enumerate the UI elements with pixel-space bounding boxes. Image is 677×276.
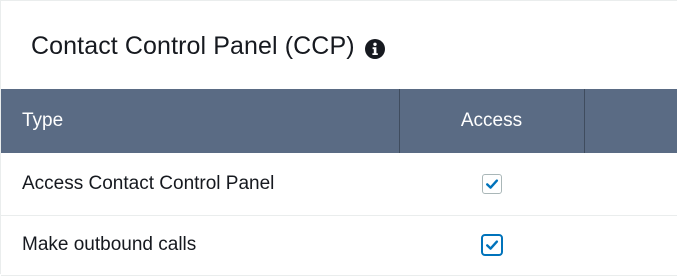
permissions-table: Type Access Access Contact Control Panel bbox=[1, 89, 677, 276]
column-header-access[interactable]: Access bbox=[399, 89, 585, 153]
column-header-type[interactable]: Type bbox=[1, 89, 400, 153]
checkmark-icon bbox=[485, 179, 498, 189]
make-outbound-calls-checkbox[interactable] bbox=[480, 233, 503, 256]
table-header-row: Type Access bbox=[1, 89, 677, 153]
column-header-extra bbox=[584, 89, 677, 153]
ccp-permissions-panel: Contact Control Panel (CCP) Type Access … bbox=[0, 0, 677, 276]
table-row: Make outbound calls bbox=[1, 215, 677, 275]
extra-cell bbox=[584, 153, 677, 215]
access-cell bbox=[399, 215, 584, 275]
access-cell bbox=[399, 153, 584, 215]
access-ccp-checkbox[interactable] bbox=[481, 173, 502, 194]
info-icon[interactable] bbox=[364, 38, 386, 60]
checkmark-icon bbox=[485, 240, 498, 250]
permission-type-label: Make outbound calls bbox=[22, 234, 197, 255]
permission-type-label: Access Contact Control Panel bbox=[22, 172, 275, 194]
table-row: Access Contact Control Panel bbox=[1, 153, 677, 215]
panel-header: Contact Control Panel (CCP) bbox=[1, 1, 677, 89]
panel-title: Contact Control Panel (CCP) bbox=[31, 31, 355, 60]
extra-cell bbox=[584, 215, 677, 275]
